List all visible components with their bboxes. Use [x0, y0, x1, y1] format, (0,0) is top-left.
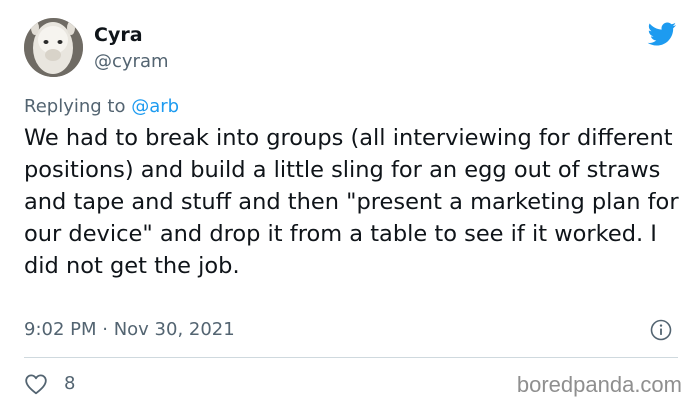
- replying-to: Replying to @arb: [24, 96, 179, 118]
- author-handle[interactable]: @cyram: [94, 51, 169, 73]
- tweet-card: Cyra @cyram Replying to @arb We had to b…: [0, 0, 700, 410]
- tweet-timestamp[interactable]: 9:02 PM · Nov 30, 2021: [24, 319, 235, 341]
- like-count: 8: [64, 373, 76, 394]
- divider: [24, 357, 678, 358]
- info-icon[interactable]: [650, 319, 672, 341]
- author-display-name[interactable]: Cyra: [94, 23, 143, 47]
- avatar-image: [24, 18, 83, 77]
- twitter-bird-icon[interactable]: [645, 19, 678, 49]
- tweet-text: We had to break into groups (all intervi…: [24, 125, 679, 279]
- watermark: boredpanda.com: [516, 372, 682, 397]
- avatar[interactable]: [24, 18, 83, 77]
- replying-to-label: Replying to: [24, 96, 132, 117]
- reply-mention-link[interactable]: @arb: [131, 96, 179, 117]
- heart-icon: [25, 374, 47, 395]
- like-button[interactable]: 8: [24, 372, 75, 396]
